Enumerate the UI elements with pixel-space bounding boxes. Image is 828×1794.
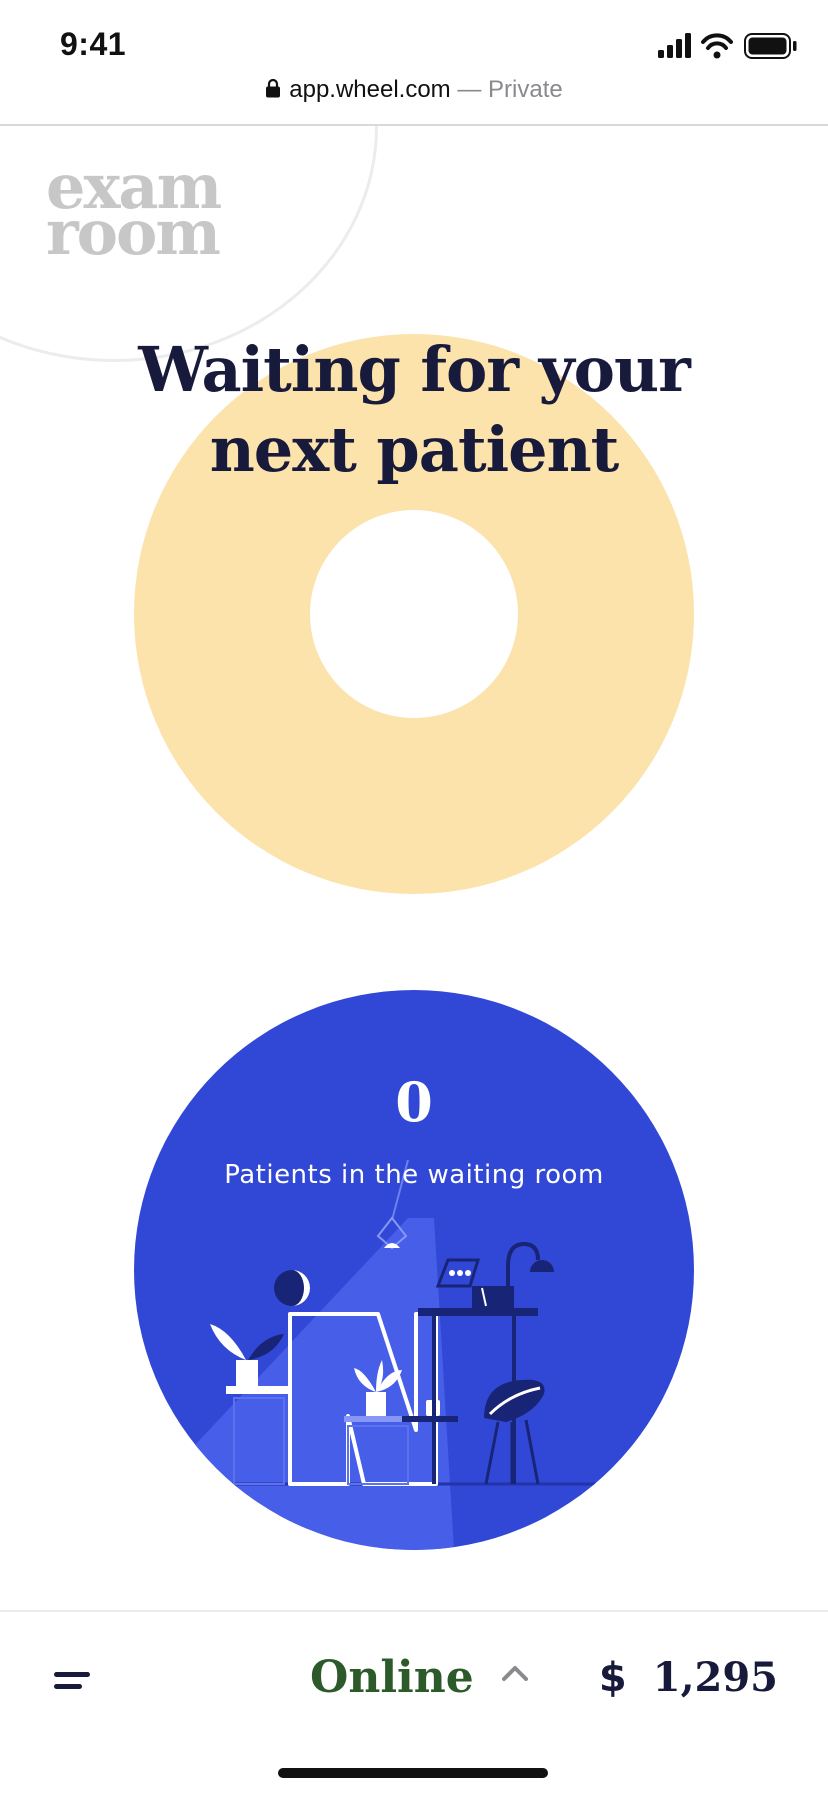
balance-amount: 1,295 (652, 1654, 778, 1701)
main-content: exam room Waiting for your next patient (0, 126, 828, 1610)
online-status-label: Online (310, 1652, 474, 1703)
waiting-title-line-2: next patient (209, 413, 620, 486)
home-indicator[interactable] (278, 1768, 548, 1778)
status-icon-group (658, 33, 797, 59)
currency-symbol: $ (598, 1655, 627, 1701)
url-separator: — (457, 76, 482, 103)
url-domain: app.wheel.com (289, 76, 451, 103)
wifi-icon (701, 33, 733, 59)
url-bar[interactable]: app.wheel.com — Private (0, 76, 828, 124)
chevron-up-icon (502, 1665, 529, 1686)
patient-count-label: Patients in the waiting room (224, 1160, 604, 1190)
lock-icon (265, 77, 281, 105)
status-icons (658, 32, 798, 60)
earnings-balance[interactable]: $1,295 (599, 1638, 778, 1718)
status-time: 9:41 (60, 26, 127, 62)
online-status-toggle[interactable]: Online (310, 1638, 529, 1718)
patient-count: 0 (395, 1070, 433, 1134)
waiting-title: Waiting for your next patient (0, 330, 828, 490)
menu-button[interactable] (40, 1656, 104, 1706)
bottom-bar: Online $1,295 (0, 1610, 828, 1794)
waiting-room-card: 0 Patients in the waiting room (134, 990, 694, 1550)
signal-icon (658, 33, 691, 58)
waiting-title-line-1: Waiting for your (138, 333, 691, 406)
battery-icon (744, 33, 797, 59)
waiting-circle-hole (310, 510, 518, 718)
logo-line-2: room (46, 196, 221, 269)
url-private-label: Private (488, 76, 563, 103)
exam-room-logo: exam room (46, 156, 222, 269)
